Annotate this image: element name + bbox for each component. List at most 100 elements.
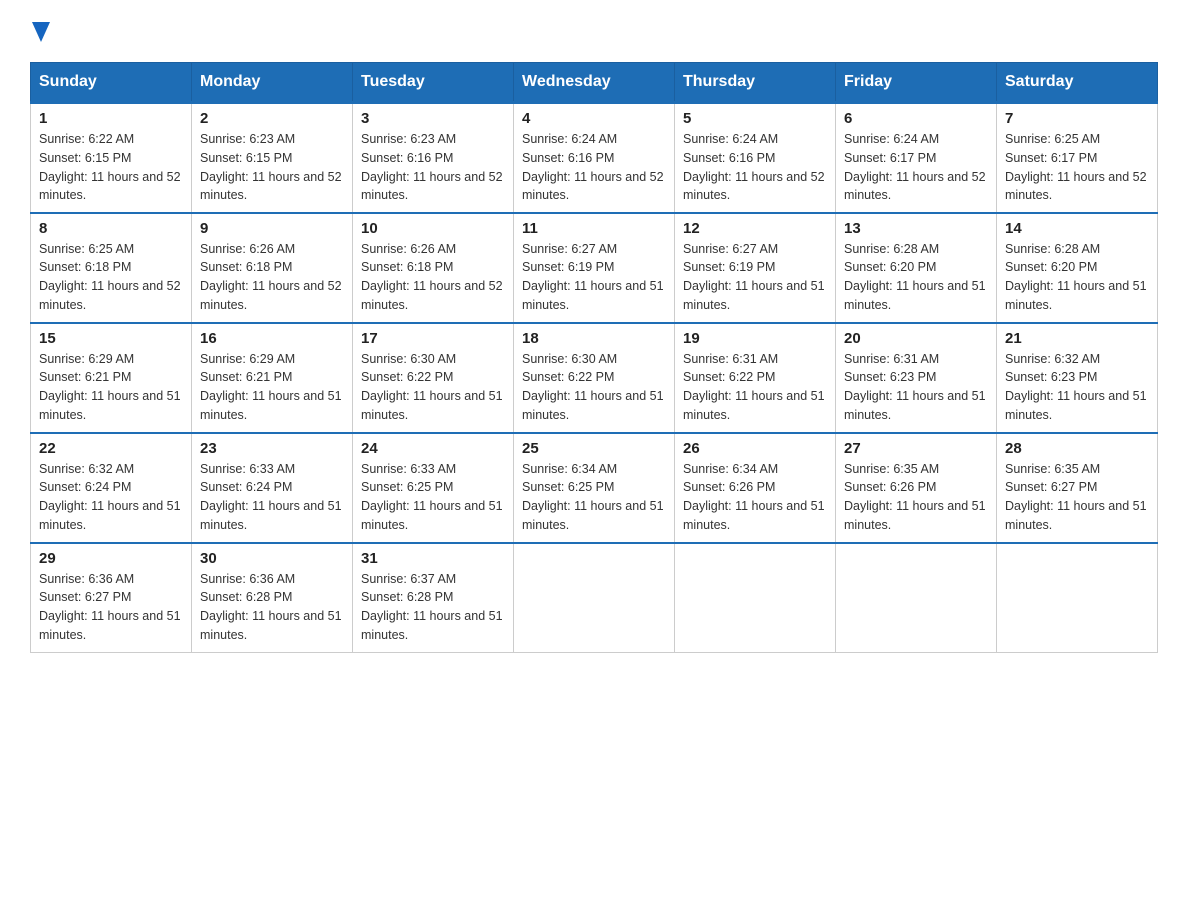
- page-header: [30, 20, 1158, 42]
- day-number: 14: [1005, 220, 1149, 237]
- calendar-cell: 16 Sunrise: 6:29 AMSunset: 6:21 PMDaylig…: [192, 323, 353, 433]
- day-info: Sunrise: 6:31 AMSunset: 6:22 PMDaylight:…: [683, 352, 825, 422]
- day-info: Sunrise: 6:31 AMSunset: 6:23 PMDaylight:…: [844, 352, 986, 422]
- col-header-friday: Friday: [836, 63, 997, 103]
- day-number: 6: [844, 110, 988, 127]
- day-info: Sunrise: 6:27 AMSunset: 6:19 PMDaylight:…: [522, 242, 664, 312]
- calendar-cell: 25 Sunrise: 6:34 AMSunset: 6:25 PMDaylig…: [514, 433, 675, 543]
- calendar-cell: 10 Sunrise: 6:26 AMSunset: 6:18 PMDaylig…: [353, 213, 514, 323]
- calendar-cell: 12 Sunrise: 6:27 AMSunset: 6:19 PMDaylig…: [675, 213, 836, 323]
- calendar-cell: 21 Sunrise: 6:32 AMSunset: 6:23 PMDaylig…: [997, 323, 1158, 433]
- day-info: Sunrise: 6:35 AMSunset: 6:26 PMDaylight:…: [844, 462, 986, 532]
- day-number: 28: [1005, 440, 1149, 457]
- day-info: Sunrise: 6:27 AMSunset: 6:19 PMDaylight:…: [683, 242, 825, 312]
- day-number: 5: [683, 110, 827, 127]
- calendar-cell: 14 Sunrise: 6:28 AMSunset: 6:20 PMDaylig…: [997, 213, 1158, 323]
- calendar-cell: 27 Sunrise: 6:35 AMSunset: 6:26 PMDaylig…: [836, 433, 997, 543]
- day-info: Sunrise: 6:34 AMSunset: 6:25 PMDaylight:…: [522, 462, 664, 532]
- day-info: Sunrise: 6:26 AMSunset: 6:18 PMDaylight:…: [200, 242, 342, 312]
- day-number: 22: [39, 440, 183, 457]
- col-header-thursday: Thursday: [675, 63, 836, 103]
- day-number: 15: [39, 330, 183, 347]
- col-header-sunday: Sunday: [31, 63, 192, 103]
- day-number: 7: [1005, 110, 1149, 127]
- day-number: 19: [683, 330, 827, 347]
- calendar-cell: 29 Sunrise: 6:36 AMSunset: 6:27 PMDaylig…: [31, 543, 192, 653]
- calendar-cell: 5 Sunrise: 6:24 AMSunset: 6:16 PMDayligh…: [675, 103, 836, 213]
- day-info: Sunrise: 6:25 AMSunset: 6:18 PMDaylight:…: [39, 242, 181, 312]
- day-info: Sunrise: 6:32 AMSunset: 6:23 PMDaylight:…: [1005, 352, 1147, 422]
- calendar-cell: 11 Sunrise: 6:27 AMSunset: 6:19 PMDaylig…: [514, 213, 675, 323]
- day-info: Sunrise: 6:37 AMSunset: 6:28 PMDaylight:…: [361, 572, 503, 642]
- day-number: 12: [683, 220, 827, 237]
- day-info: Sunrise: 6:22 AMSunset: 6:15 PMDaylight:…: [39, 132, 181, 202]
- calendar-cell: 7 Sunrise: 6:25 AMSunset: 6:17 PMDayligh…: [997, 103, 1158, 213]
- day-number: 29: [39, 550, 183, 567]
- day-info: Sunrise: 6:29 AMSunset: 6:21 PMDaylight:…: [200, 352, 342, 422]
- calendar-cell: [514, 543, 675, 653]
- col-header-wednesday: Wednesday: [514, 63, 675, 103]
- day-info: Sunrise: 6:33 AMSunset: 6:24 PMDaylight:…: [200, 462, 342, 532]
- calendar-cell: 26 Sunrise: 6:34 AMSunset: 6:26 PMDaylig…: [675, 433, 836, 543]
- day-info: Sunrise: 6:32 AMSunset: 6:24 PMDaylight:…: [39, 462, 181, 532]
- calendar-cell: 30 Sunrise: 6:36 AMSunset: 6:28 PMDaylig…: [192, 543, 353, 653]
- day-number: 27: [844, 440, 988, 457]
- day-info: Sunrise: 6:26 AMSunset: 6:18 PMDaylight:…: [361, 242, 503, 312]
- calendar-cell: 9 Sunrise: 6:26 AMSunset: 6:18 PMDayligh…: [192, 213, 353, 323]
- day-number: 24: [361, 440, 505, 457]
- day-number: 1: [39, 110, 183, 127]
- day-info: Sunrise: 6:34 AMSunset: 6:26 PMDaylight:…: [683, 462, 825, 532]
- day-info: Sunrise: 6:36 AMSunset: 6:27 PMDaylight:…: [39, 572, 181, 642]
- calendar-cell: 17 Sunrise: 6:30 AMSunset: 6:22 PMDaylig…: [353, 323, 514, 433]
- day-number: 31: [361, 550, 505, 567]
- day-number: 4: [522, 110, 666, 127]
- day-number: 18: [522, 330, 666, 347]
- day-number: 9: [200, 220, 344, 237]
- day-number: 21: [1005, 330, 1149, 347]
- calendar-table: SundayMondayTuesdayWednesdayThursdayFrid…: [30, 62, 1158, 653]
- logo-arrow-icon: [32, 22, 50, 42]
- day-info: Sunrise: 6:23 AMSunset: 6:15 PMDaylight:…: [200, 132, 342, 202]
- logo: [30, 20, 50, 42]
- calendar-cell: 6 Sunrise: 6:24 AMSunset: 6:17 PMDayligh…: [836, 103, 997, 213]
- day-info: Sunrise: 6:24 AMSunset: 6:16 PMDaylight:…: [522, 132, 664, 202]
- day-info: Sunrise: 6:28 AMSunset: 6:20 PMDaylight:…: [1005, 242, 1147, 312]
- calendar-cell: 31 Sunrise: 6:37 AMSunset: 6:28 PMDaylig…: [353, 543, 514, 653]
- day-number: 13: [844, 220, 988, 237]
- day-info: Sunrise: 6:23 AMSunset: 6:16 PMDaylight:…: [361, 132, 503, 202]
- calendar-cell: 24 Sunrise: 6:33 AMSunset: 6:25 PMDaylig…: [353, 433, 514, 543]
- calendar-cell: 4 Sunrise: 6:24 AMSunset: 6:16 PMDayligh…: [514, 103, 675, 213]
- day-number: 17: [361, 330, 505, 347]
- calendar-cell: 20 Sunrise: 6:31 AMSunset: 6:23 PMDaylig…: [836, 323, 997, 433]
- day-info: Sunrise: 6:24 AMSunset: 6:16 PMDaylight:…: [683, 132, 825, 202]
- day-number: 25: [522, 440, 666, 457]
- calendar-cell: 1 Sunrise: 6:22 AMSunset: 6:15 PMDayligh…: [31, 103, 192, 213]
- day-number: 30: [200, 550, 344, 567]
- calendar-cell: 13 Sunrise: 6:28 AMSunset: 6:20 PMDaylig…: [836, 213, 997, 323]
- calendar-cell: 2 Sunrise: 6:23 AMSunset: 6:15 PMDayligh…: [192, 103, 353, 213]
- day-number: 23: [200, 440, 344, 457]
- calendar-cell: 28 Sunrise: 6:35 AMSunset: 6:27 PMDaylig…: [997, 433, 1158, 543]
- day-info: Sunrise: 6:29 AMSunset: 6:21 PMDaylight:…: [39, 352, 181, 422]
- calendar-cell: 8 Sunrise: 6:25 AMSunset: 6:18 PMDayligh…: [31, 213, 192, 323]
- calendar-cell: 19 Sunrise: 6:31 AMSunset: 6:22 PMDaylig…: [675, 323, 836, 433]
- calendar-cell: 18 Sunrise: 6:30 AMSunset: 6:22 PMDaylig…: [514, 323, 675, 433]
- col-header-monday: Monday: [192, 63, 353, 103]
- col-header-saturday: Saturday: [997, 63, 1158, 103]
- day-number: 11: [522, 220, 666, 237]
- col-header-tuesday: Tuesday: [353, 63, 514, 103]
- calendar-cell: 15 Sunrise: 6:29 AMSunset: 6:21 PMDaylig…: [31, 323, 192, 433]
- day-number: 16: [200, 330, 344, 347]
- day-number: 26: [683, 440, 827, 457]
- calendar-cell: [836, 543, 997, 653]
- day-info: Sunrise: 6:35 AMSunset: 6:27 PMDaylight:…: [1005, 462, 1147, 532]
- day-number: 2: [200, 110, 344, 127]
- calendar-cell: 22 Sunrise: 6:32 AMSunset: 6:24 PMDaylig…: [31, 433, 192, 543]
- day-info: Sunrise: 6:30 AMSunset: 6:22 PMDaylight:…: [361, 352, 503, 422]
- day-number: 10: [361, 220, 505, 237]
- calendar-cell: 23 Sunrise: 6:33 AMSunset: 6:24 PMDaylig…: [192, 433, 353, 543]
- day-info: Sunrise: 6:36 AMSunset: 6:28 PMDaylight:…: [200, 572, 342, 642]
- day-info: Sunrise: 6:24 AMSunset: 6:17 PMDaylight:…: [844, 132, 986, 202]
- calendar-cell: 3 Sunrise: 6:23 AMSunset: 6:16 PMDayligh…: [353, 103, 514, 213]
- day-number: 3: [361, 110, 505, 127]
